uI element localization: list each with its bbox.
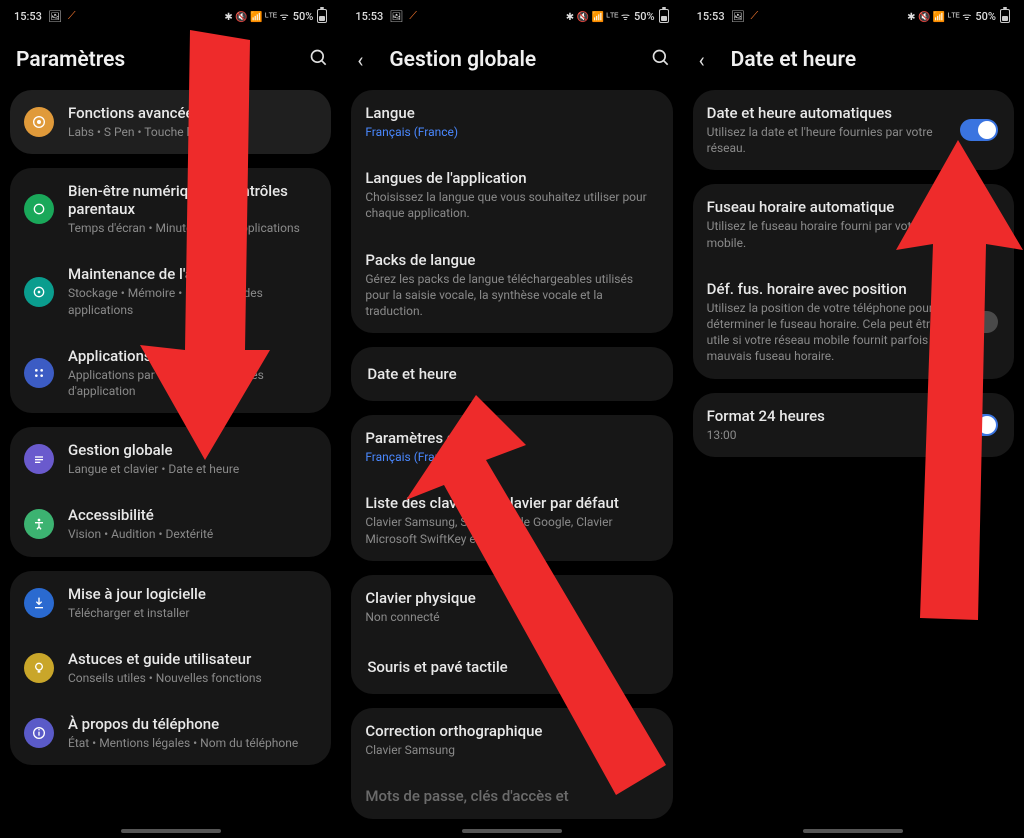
row-sub: Labs • S Pen • Touche lat... — [68, 124, 315, 140]
gallery-icon: 🖼 — [389, 10, 403, 23]
screen-parametres: 15:53 🖼 ⟋ ✱ 🔇 📶 ᴸᵀᴱ ᯤ 50% Paramètres Fon… — [0, 0, 341, 838]
app-icon: ⟋ — [751, 9, 759, 23]
status-bar: 15:53 🖼 ⟋ ✱ 🔇 📶 ᴸᵀᴱ ᯤ 50% — [341, 0, 682, 28]
row-applications[interactable]: ApplicationsApplications par défaut • Pa… — [10, 332, 331, 413]
app-icon: ⟋ — [68, 9, 76, 23]
battery-percent: 50% — [293, 10, 314, 23]
row-mise-a-jour[interactable]: Mise à jour logicielleTélécharger et ins… — [10, 571, 331, 635]
search-button[interactable] — [309, 48, 329, 72]
page-title: Paramètres — [16, 48, 309, 72]
row-fonctions-avancees[interactable]: Fonctions avancées Labs • S Pen • Touche… — [10, 90, 331, 154]
home-indicator[interactable] — [462, 829, 562, 833]
header: ‹ Date et heure — [683, 28, 1024, 90]
update-icon — [24, 588, 54, 618]
home-indicator[interactable] — [803, 829, 903, 833]
battery-icon — [659, 9, 669, 23]
row-souris[interactable]: Souris et pavé tactile — [351, 639, 672, 694]
back-button[interactable]: ‹ — [357, 48, 383, 72]
maintenance-icon — [24, 277, 54, 307]
page-title: Gestion globale — [389, 48, 650, 72]
row-langue[interactable]: LangueFrançais (France) — [351, 90, 672, 154]
status-indicators: ✱ 🔇 📶 ᴸᵀᴱ ᯤ — [224, 9, 288, 23]
home-indicator[interactable] — [121, 829, 221, 833]
settings-list[interactable]: LangueFrançais (France) Langues de l'app… — [341, 90, 682, 838]
status-bar: 15:53 🖼 ⟋ ✱ 🔇 📶 ᴸᵀᴱ ᯤ 50% — [0, 0, 341, 28]
row-gestion-globale[interactable]: Gestion globaleLangue et clavier • Date … — [10, 427, 331, 491]
advanced-icon — [24, 107, 54, 137]
settings-list[interactable]: Fonctions avancées Labs • S Pen • Touche… — [0, 90, 341, 838]
settings-list[interactable]: Date et heure automatiquesUtilisez la da… — [683, 90, 1024, 838]
header: Paramètres — [0, 28, 341, 90]
battery-icon — [317, 9, 327, 23]
gallery-icon: 🖼 — [731, 10, 745, 23]
screen-date-heure: 15:53 🖼 ⟋ ✱ 🔇 📶 ᴸᵀᴱ ᯤ 50% ‹ Date et heur… — [683, 0, 1024, 838]
row-mdp[interactable]: Mots de passe, clés d'accès et — [351, 772, 672, 819]
row-fuseau-position[interactable]: Déf. fus. horaire avec positionUtilisez … — [693, 265, 1014, 379]
wellbeing-icon — [24, 194, 54, 224]
about-icon — [24, 718, 54, 748]
row-a-propos[interactable]: À propos du téléphoneÉtat • Mentions lég… — [10, 700, 331, 765]
page-title: Date et heure — [731, 48, 1012, 72]
status-time: 15:53 — [14, 10, 42, 23]
row-param-clavier[interactable]: Paramètres clavierFrançais (France) — [351, 415, 672, 479]
screen-gestion-globale: 15:53 🖼 ⟋ ✱ 🔇 📶 ᴸᵀᴱ ᯤ 50% ‹ Gestion glob… — [341, 0, 682, 838]
header: ‹ Gestion globale — [341, 28, 682, 90]
row-date-auto[interactable]: Date et heure automatiquesUtilisez la da… — [693, 90, 1014, 170]
gallery-icon: 🖼 — [48, 10, 62, 23]
row-astuces[interactable]: Astuces et guide utilisateurConseils uti… — [10, 635, 331, 700]
row-title: Fonctions avancées — [68, 104, 315, 122]
back-button[interactable]: ‹ — [699, 48, 725, 72]
row-clavier-physique[interactable]: Clavier physiqueNon connecté — [351, 575, 672, 639]
row-format24[interactable]: Format 24 heures13:00 — [693, 393, 1014, 457]
row-maintenance[interactable]: Maintenance de l'appareilStockage • Mémo… — [10, 250, 331, 331]
accessibility-icon — [24, 509, 54, 539]
general-icon — [24, 444, 54, 474]
toggle-format24[interactable] — [960, 414, 998, 436]
row-liste-claviers[interactable]: Liste des claviers et clavier par défaut… — [351, 479, 672, 560]
row-packs-langue[interactable]: Packs de langueGérez les packs de langue… — [351, 236, 672, 334]
row-correction[interactable]: Correction orthographiqueClavier Samsung — [351, 708, 672, 772]
status-bar: 15:53 🖼 ⟋ ✱ 🔇 📶 ᴸᵀᴱ ᯤ 50% — [683, 0, 1024, 28]
toggle-fuseau-position[interactable] — [960, 311, 998, 333]
row-bien-etre[interactable]: Bien-être numérique et contrôles parenta… — [10, 168, 331, 250]
app-icon: ⟋ — [409, 9, 417, 23]
row-accessibilite[interactable]: AccessibilitéVision • Audition • Dextéri… — [10, 491, 331, 556]
row-date-heure[interactable]: Date et heure — [351, 347, 672, 401]
search-button[interactable] — [651, 48, 671, 72]
battery-icon — [1000, 9, 1010, 23]
tips-icon — [24, 653, 54, 683]
toggle-date-auto[interactable] — [960, 119, 998, 141]
apps-icon — [24, 358, 54, 388]
row-langues-app[interactable]: Langues de l'applicationChoisissez la la… — [351, 154, 672, 235]
row-fuseau-auto[interactable]: Fuseau horaire automatiqueUtilisez le fu… — [693, 184, 1014, 264]
